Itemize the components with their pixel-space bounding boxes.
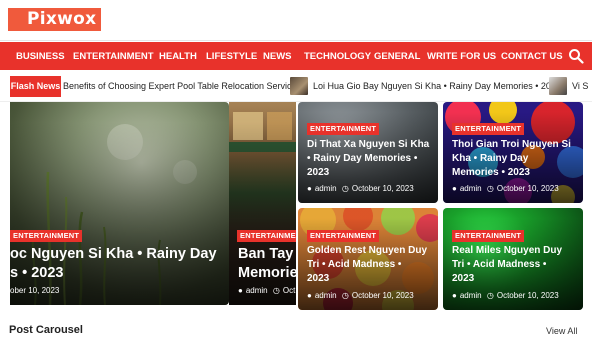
card-meta: ● admin ◷ October 10, 2023	[307, 184, 417, 193]
clock-icon: ◷	[486, 291, 494, 300]
site-logo[interactable]: Pixwox	[8, 8, 101, 31]
card-meta: ● admin ◷ Oct	[238, 286, 296, 295]
card-title[interactable]: Thoi Gian Troi Nguyen Si Kha • Rainy Day…	[452, 138, 582, 180]
card-title[interactable]: Ban Tay I Memorie	[238, 245, 296, 283]
nav-item-general[interactable]: GENERAL	[374, 42, 420, 70]
category-badge[interactable]: ENTERTAINMENT	[452, 230, 525, 242]
ticker-thumbnail[interactable]	[549, 77, 567, 95]
category-badge[interactable]: ENTERTAINMENT	[307, 123, 380, 135]
card-meta: ● admin ◷ October 10, 2023	[307, 291, 417, 300]
search-icon[interactable]	[568, 48, 584, 64]
author-name[interactable]: admin	[315, 291, 337, 300]
date-text: October 10, 2023	[351, 184, 414, 193]
author-name[interactable]: admin	[460, 184, 482, 193]
view-all-link[interactable]: View All	[546, 326, 577, 336]
clock-icon: ◷	[341, 291, 349, 300]
date-text: October 10, 2023	[351, 291, 414, 300]
card-meta: ● admin ◷ October 10, 2023	[452, 184, 562, 193]
author-icon: ●	[452, 184, 457, 193]
date-text: ober 10, 2023	[10, 286, 60, 295]
category-badge[interactable]: ENTERTAINMENT	[237, 230, 296, 242]
author-name[interactable]: admin	[460, 291, 482, 300]
nav-item-entertainment[interactable]: ENTERTAINMENT	[73, 42, 154, 70]
author-name[interactable]: admin	[246, 286, 268, 295]
nav-item-news[interactable]: NEWS	[263, 42, 292, 70]
clock-icon: ◷	[272, 286, 280, 295]
post-card[interactable]: ENTERTAINMENT Thoi Gian Troi Nguyen Si K…	[443, 102, 583, 203]
section-title: Post Carousel	[9, 324, 83, 336]
ticker-item[interactable]: Benefits of Choosing Expert Pool Table R…	[63, 76, 301, 97]
card-meta: ober 10, 2023	[10, 286, 62, 295]
flash-news-label: Flash News	[10, 76, 61, 97]
ticker-item[interactable]: Vi S	[572, 76, 588, 97]
post-card[interactable]: ENTERTAINMENT Di That Xa Nguyen Si Kha •…	[298, 102, 438, 203]
category-badge[interactable]: ENTERTAINMENT	[307, 230, 380, 242]
card-title[interactable]: Real Miles Nguyen Duy Tri • Acid Madness…	[452, 244, 582, 286]
nav-item-health[interactable]: HEALTH	[159, 42, 197, 70]
author-icon: ●	[452, 291, 457, 300]
clock-icon: ◷	[341, 184, 349, 193]
nav-item-technology[interactable]: TECHNOLOGY	[304, 42, 371, 70]
card-title[interactable]: Di That Xa Nguyen Si Kha • Rainy Day Mem…	[307, 138, 437, 180]
author-name[interactable]: admin	[315, 184, 337, 193]
category-badge[interactable]: ENTERTAINMENT	[10, 230, 83, 242]
header-divider	[0, 40, 592, 41]
post-card[interactable]: ENTERTAINMENT Real Miles Nguyen Duy Tri …	[443, 208, 583, 310]
category-badge[interactable]: ENTERTAINMENT	[452, 123, 525, 135]
date-text: October 10, 2023	[496, 291, 559, 300]
date-text: Oct	[282, 286, 296, 295]
main-nav: BUSINESS ENTERTAINMENT HEALTH LIFESTYLE …	[0, 42, 592, 70]
nav-item-business[interactable]: BUSINESS	[16, 42, 65, 70]
featured-card[interactable]: ENTERTAINMENT oc Nguyen Si Kha • Rainy D…	[10, 102, 229, 305]
card-meta: ● admin ◷ October 10, 2023	[452, 291, 562, 300]
featured-card[interactable]: ENTERTAINMENT Ban Tay I Memorie ●admin ◷…	[229, 102, 296, 305]
author-icon: ●	[307, 291, 312, 300]
nav-item-contact-us[interactable]: CONTACT US	[501, 42, 563, 70]
author-icon: ●	[238, 286, 243, 295]
card-title[interactable]: Golden Rest Nguyen Duy Tri • Acid Madnes…	[307, 244, 437, 286]
ticker-item[interactable]: Loi Hua Gio Bay Nguyen Si Kha • Rainy Da…	[313, 76, 561, 97]
nav-item-write-for-us[interactable]: WRITE FOR US	[427, 42, 496, 70]
card-title[interactable]: oc Nguyen Si Kha • Rainy Day s • 2023	[10, 245, 229, 283]
post-card[interactable]: ENTERTAINMENT Golden Rest Nguyen Duy Tri…	[298, 208, 438, 310]
nav-item-lifestyle[interactable]: LIFESTYLE	[206, 42, 257, 70]
date-text: October 10, 2023	[496, 184, 559, 193]
ticker-thumbnail[interactable]	[290, 77, 308, 95]
author-icon: ●	[307, 184, 312, 193]
clock-icon: ◷	[486, 184, 494, 193]
